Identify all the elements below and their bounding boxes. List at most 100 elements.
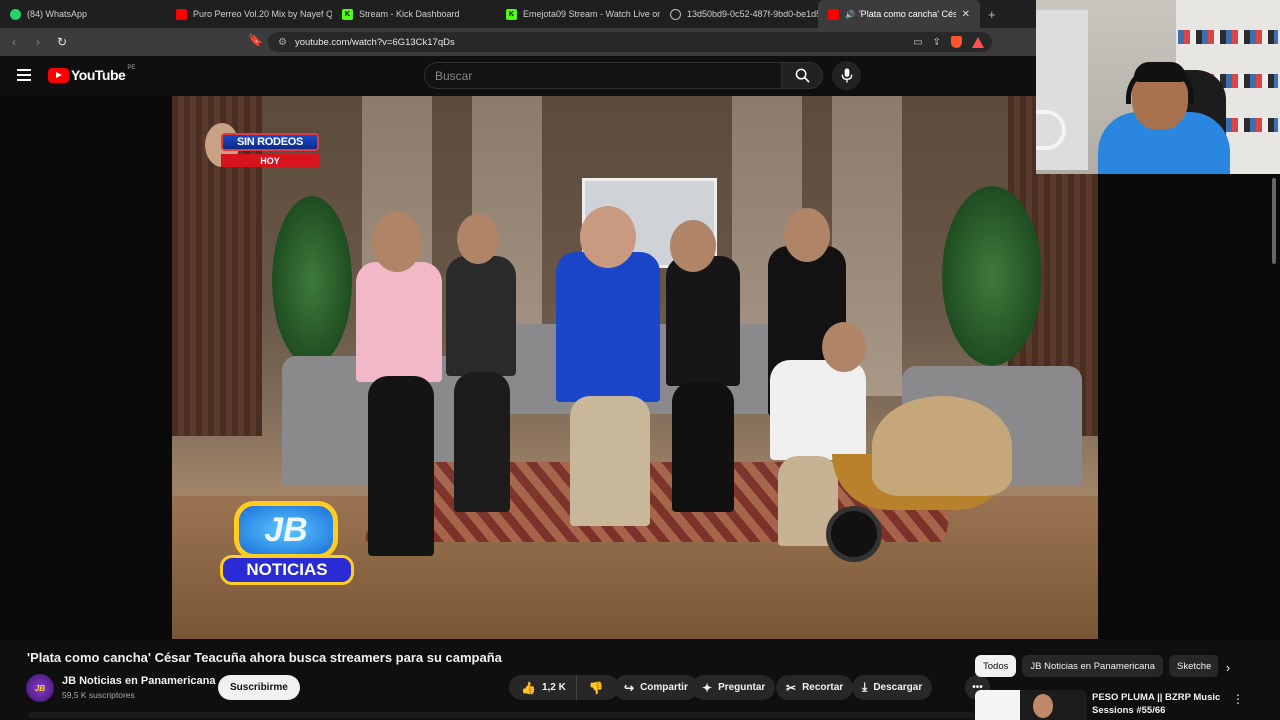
speaker-icon: 🔊 <box>845 9 855 19</box>
channel-name[interactable]: JB Noticias en Panamericana <box>62 675 215 687</box>
clip-button[interactable]: ✂ Recortar <box>776 675 854 700</box>
head <box>670 220 716 272</box>
kick-icon: K <box>342 8 353 20</box>
shelf-row <box>1178 30 1278 44</box>
browser-toolbar: ‹ › ↻ 🔖 ⚙ youtube.com/watch?v=6G13Ck17qD… <box>0 28 1036 56</box>
country-code: PE <box>127 65 136 71</box>
reload-icon[interactable]: ↻ <box>52 32 72 52</box>
thumbs-up-icon: 👍 <box>521 680 536 695</box>
webcam-overlay <box>1036 0 1280 174</box>
subscribe-button[interactable]: Suscribirme <box>218 675 300 700</box>
ask-button[interactable]: ✦ Preguntar <box>692 675 776 700</box>
tab-youtube-mix[interactable]: Puro Perreo Vol.20 Mix by Nayef Qvo <box>166 0 332 28</box>
person-jacket-legs <box>454 372 510 512</box>
chip-all[interactable]: Todos <box>975 655 1017 677</box>
plant <box>942 186 1042 366</box>
url-text: youtube.com/watch?v=6G13Ck17qDs <box>294 36 455 48</box>
like-count: 1,2 K <box>541 682 566 693</box>
address-bar-actions: ▭ ⇪ <box>913 32 984 52</box>
horizontal-scrollbar[interactable] <box>28 712 974 718</box>
jb-letters: JB <box>234 501 338 559</box>
brave-shields-icon[interactable] <box>951 36 962 48</box>
clip-label: Recortar <box>802 682 844 693</box>
youtube-wordmark: YouTube <box>71 67 126 83</box>
tab-label: 13d50bd9-0c52-487f-9bd0-be1d530 <box>687 9 818 19</box>
globe-icon <box>670 8 681 20</box>
voice-search-button[interactable] <box>832 61 861 90</box>
tab-current-video[interactable]: 🔊 'Plata como cancha' César Te ✕ <box>818 0 980 28</box>
tab-uuid-page[interactable]: 13d50bd9-0c52-487f-9bd0-be1d530 <box>660 0 818 28</box>
person-striped-shirt <box>770 360 866 460</box>
chip-sketches[interactable]: Sketche <box>1168 655 1220 677</box>
video-player[interactable]: SIN RODEOS HOY JB NOTICIAS <box>0 96 1280 639</box>
hoy-label: HOY <box>221 154 319 167</box>
thumbnail-face <box>1033 694 1053 718</box>
youtube-header: YouTube PE Buscar <box>0 56 1036 96</box>
download-icon: ⤓ <box>862 680 868 694</box>
chip-channel[interactable]: JB Noticias en Panamericana <box>1022 655 1163 677</box>
video-frame[interactable]: SIN RODEOS HOY JB NOTICIAS <box>172 96 1098 639</box>
search-button[interactable] <box>781 62 823 89</box>
ask-label: Preguntar <box>718 682 766 693</box>
person-jacket <box>446 256 516 376</box>
download-button[interactable]: ⤓ Descargar <box>852 675 933 700</box>
tab-label: 'Plata como cancha' César Te <box>858 9 956 19</box>
thumbs-down-icon[interactable]: 👎 <box>577 681 604 695</box>
person-blue-shirt <box>556 252 660 402</box>
like-dislike-group: 👍 1,2 K 👎 <box>509 675 619 700</box>
youtube-icon <box>828 8 839 20</box>
channel-avatar[interactable]: JB <box>26 674 54 702</box>
money-bag <box>872 396 1012 496</box>
whatsapp-icon <box>10 8 21 20</box>
search-input[interactable]: Buscar <box>424 62 782 89</box>
forward-icon[interactable]: › <box>28 32 48 52</box>
noticias-word: NOTICIAS <box>220 555 354 585</box>
back-icon[interactable]: ‹ <box>4 32 24 52</box>
menu-icon[interactable] <box>17 69 31 81</box>
share-button[interactable]: ↪ Compartir <box>614 675 698 700</box>
bookmark-icon[interactable]: 🔖 <box>248 33 263 47</box>
like-button[interactable]: 👍 1,2 K <box>509 675 577 700</box>
search-placeholder: Buscar <box>435 68 473 83</box>
person-pink-shirt <box>356 262 442 382</box>
plant <box>272 196 352 366</box>
address-bar[interactable]: ⚙ youtube.com/watch?v=6G13Ck17qDs ▭ ⇪ <box>268 32 992 52</box>
head <box>457 214 499 264</box>
brave-rewards-icon[interactable] <box>972 36 984 48</box>
video-title: 'Plata como cancha' César Teacuña ahora … <box>27 650 502 665</box>
head <box>580 206 636 268</box>
page-scrollbar[interactable] <box>1272 178 1276 264</box>
tab-kick-dashboard[interactable]: K Stream - Kick Dashboard <box>332 0 496 28</box>
recommendation-title[interactable]: PESO PLUMA || BZRP Music Sessions #55/66 <box>1092 691 1222 717</box>
kick-icon: K <box>506 8 517 20</box>
youtube-logo[interactable]: YouTube PE <box>48 65 136 83</box>
site-info-icon[interactable]: ⚙ <box>278 37 287 48</box>
tab-label: Emejota09 Stream - Watch Live on Ki <box>523 9 660 19</box>
chevron-right-icon[interactable]: › <box>1218 657 1238 677</box>
youtube-play-icon <box>48 67 69 83</box>
share-page-icon[interactable]: ⇪ <box>933 37 941 48</box>
tab-kick-stream[interactable]: K Emejota09 Stream - Watch Live on Ki <box>496 0 660 28</box>
cast-icon[interactable]: ▭ <box>913 37 922 48</box>
subscriber-count: 59,5 K suscriptores <box>62 690 135 700</box>
more-vertical-icon[interactable]: ⋮ <box>1232 692 1244 706</box>
share-icon: ↪ <box>624 680 635 695</box>
tab-label: Puro Perreo Vol.20 Mix by Nayef Qvo <box>193 9 332 19</box>
search-icon <box>795 68 810 83</box>
close-tab-icon[interactable]: ✕ <box>962 9 970 20</box>
wheelbarrow-wheel <box>826 506 882 562</box>
person-black-shirt-legs <box>672 382 734 512</box>
head <box>822 322 866 372</box>
download-label: Descargar <box>873 682 923 693</box>
tab-label: Stream - Kick Dashboard <box>359 9 460 19</box>
sin-rodeos-label: SIN RODEOS <box>221 133 319 151</box>
sin-rodeos-badge: SIN RODEOS HOY <box>195 123 319 175</box>
recommendation-thumbnail[interactable] <box>975 690 1087 720</box>
person-black-shirt <box>666 256 740 386</box>
share-label: Compartir <box>640 682 688 693</box>
tab-whatsapp[interactable]: (84) WhatsApp <box>0 0 166 28</box>
sparkle-icon: ✦ <box>702 680 713 695</box>
head <box>372 212 422 272</box>
head <box>784 208 830 262</box>
new-tab-button[interactable]: + <box>988 7 996 22</box>
